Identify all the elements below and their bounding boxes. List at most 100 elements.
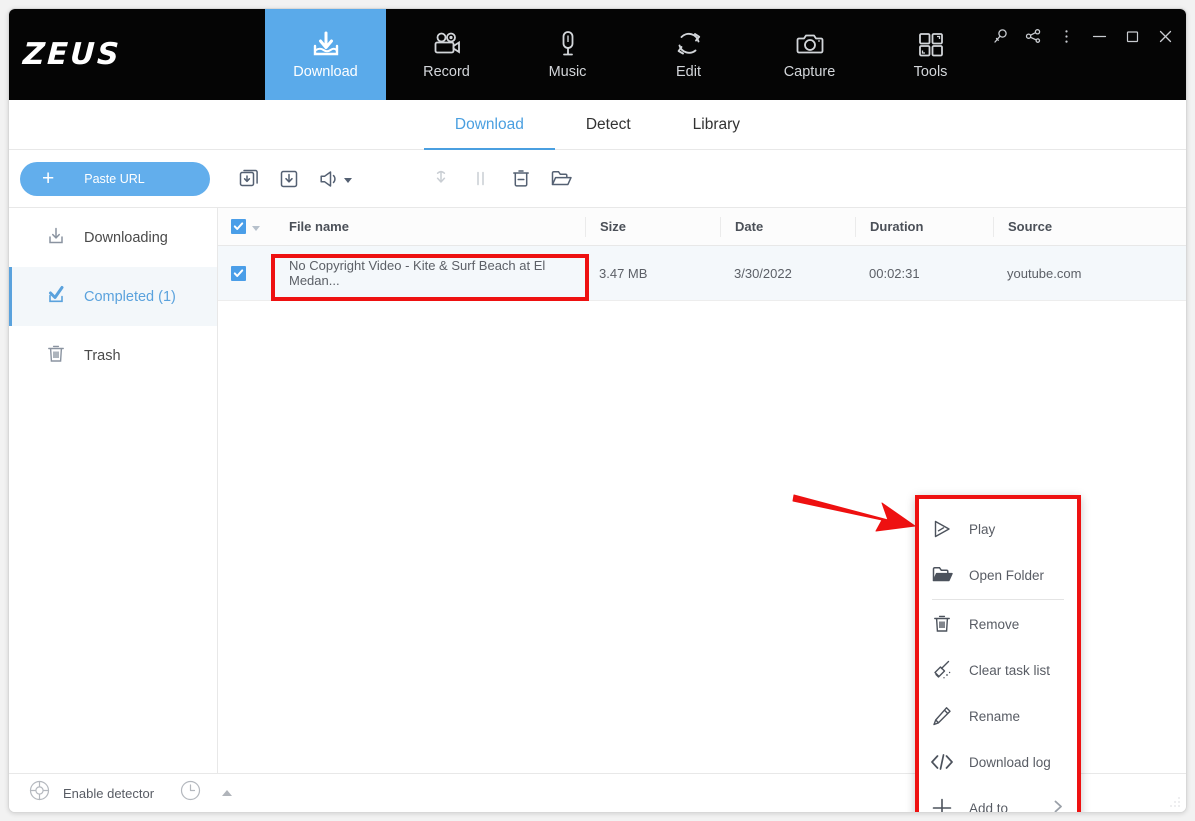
chevron-down-icon[interactable]: [344, 177, 352, 183]
context-menu-item-add-to[interactable]: Add to: [919, 785, 1077, 813]
grid-squares-icon: [913, 29, 949, 59]
context-menu-separator: [932, 599, 1064, 600]
nav-item-tools[interactable]: Tools: [870, 9, 991, 100]
context-menu-label-add-to: Add to: [969, 800, 1009, 813]
download-tray-icon: [308, 29, 344, 59]
sidebar-item-completed[interactable]: Completed (1): [9, 267, 217, 326]
open-folder-icon[interactable]: [550, 168, 573, 190]
video-camera-icon: [429, 29, 465, 59]
more-vertical-icon[interactable]: [1057, 27, 1075, 45]
cell-source: youtube.com: [1007, 265, 1082, 281]
speaker-volume-icon[interactable]: [318, 168, 352, 190]
main-navigation: Download Record Music Edit Capture Tools: [265, 9, 991, 100]
tab-library[interactable]: Library: [662, 100, 771, 150]
row-select-cell: [218, 265, 275, 281]
folder-icon: [929, 564, 955, 586]
annotation-arrow: [792, 489, 917, 542]
download-icon[interactable]: [278, 168, 300, 190]
microphone-icon: [550, 29, 586, 59]
trash-icon: [45, 343, 67, 369]
cell-duration: 00:02:31: [869, 265, 920, 281]
code-brackets-icon: [929, 751, 955, 773]
context-menu-label-remove: Remove: [969, 616, 1020, 632]
enable-detector-label[interactable]: Enable detector: [63, 786, 154, 801]
table-row[interactable]: No Copyright Video - Kite & Surf Beach a…: [218, 246, 1186, 301]
tab-detect[interactable]: Detect: [555, 100, 662, 150]
nav-item-download[interactable]: Download: [265, 9, 386, 100]
plus-icon: [929, 796, 955, 812]
context-menu-items: Play Open Folder Remove Clear task list …: [919, 499, 1077, 813]
table-header: File name Size Date Duration Source: [218, 208, 1186, 246]
cell-date: 3/30/2022: [734, 265, 792, 281]
screen: ZEUS Download Record Music Edit Capture …: [0, 0, 1195, 821]
context-menu-label-rename: Rename: [969, 708, 1021, 724]
clock-icon[interactable]: [180, 780, 201, 806]
minimize-icon[interactable]: [1090, 27, 1108, 45]
context-menu-label-open-folder: Open Folder: [969, 567, 1045, 583]
nav-item-record[interactable]: Record: [386, 9, 507, 100]
paste-url-button[interactable]: + Paste URL: [20, 161, 210, 196]
tab-download[interactable]: Download: [423, 100, 555, 150]
toolbar-icon-group: [238, 168, 573, 190]
pencil-icon: [929, 705, 955, 727]
start-download-icon: [430, 168, 452, 190]
chevron-up-icon[interactable]: [222, 790, 233, 796]
cell-size: 3.47 MB: [599, 265, 648, 281]
nav-label-tools: Tools: [913, 64, 948, 80]
nav-label-capture: Capture: [783, 64, 836, 80]
cell-file-name: No Copyright Video - Kite & Surf Beach a…: [289, 258, 546, 288]
context-menu-item-open-folder[interactable]: Open Folder: [919, 552, 1077, 598]
header-file-name[interactable]: File name: [275, 217, 585, 237]
brand-name: ZEUS: [22, 37, 123, 72]
header-size[interactable]: Size: [585, 216, 720, 237]
action-toolbar: + Paste URL: [9, 150, 1186, 208]
completed-check-icon: [45, 284, 67, 310]
search-icon[interactable]: [991, 27, 1009, 45]
chevron-right-icon: [1052, 800, 1064, 812]
close-icon[interactable]: [1156, 27, 1174, 45]
sidebar-label-downloading: Downloading: [84, 229, 168, 246]
row-checkbox[interactable]: [231, 265, 246, 281]
broom-icon: [929, 659, 955, 681]
context-menu-item-remove[interactable]: Remove: [919, 601, 1077, 647]
trash-icon: [929, 613, 955, 635]
context-menu-label-play: Play: [969, 521, 996, 537]
section-tabs: Download Detect Library: [9, 100, 1186, 150]
select-all-dropdown-icon[interactable]: [252, 225, 260, 231]
resize-grip[interactable]: [1168, 795, 1181, 808]
download-list-panel: File name Size Date Duration Source No C…: [218, 208, 1186, 812]
play-icon: [929, 518, 955, 540]
context-menu-item-rename[interactable]: Rename: [919, 693, 1077, 739]
sidebar-label-trash: Trash: [84, 347, 121, 364]
main-body: Downloading Completed (1) Trash File nam…: [9, 208, 1186, 812]
context-menu-item-clear-task-list[interactable]: Clear task list: [919, 647, 1077, 693]
select-all-checkbox[interactable]: [231, 219, 246, 234]
nav-label-edit: Edit: [676, 64, 701, 80]
nav-item-capture[interactable]: Capture: [749, 9, 870, 100]
paste-url-label: Paste URL: [84, 171, 145, 186]
context-menu-item-play[interactable]: Play: [919, 506, 1077, 552]
pause-icon: [470, 168, 492, 190]
batch-download-icon[interactable]: [238, 168, 260, 190]
context-menu-label-download-log: Download log: [969, 754, 1051, 770]
title-bar: ZEUS Download Record Music Edit Capture …: [9, 9, 1186, 100]
zeus-application-window: ZEUS Download Record Music Edit Capture …: [8, 8, 1187, 813]
detector-target-icon[interactable]: [29, 780, 50, 806]
plus-icon: +: [42, 167, 55, 190]
maximize-icon[interactable]: [1123, 27, 1141, 45]
camera-icon: [792, 29, 828, 59]
share-icon[interactable]: [1024, 27, 1042, 45]
sidebar-item-trash[interactable]: Trash: [9, 326, 217, 385]
header-source[interactable]: Source: [993, 216, 1173, 237]
context-menu-label-clear-task-list: Clear task list: [969, 662, 1051, 678]
refresh-cycle-icon: [671, 29, 707, 59]
header-duration[interactable]: Duration: [855, 216, 993, 237]
context-menu-item-download-log[interactable]: Download log: [919, 739, 1077, 785]
header-select-all-cell: [218, 219, 275, 234]
header-date[interactable]: Date: [720, 216, 855, 237]
nav-item-music[interactable]: Music: [507, 9, 628, 100]
delete-icon[interactable]: [510, 168, 532, 190]
sidebar-item-downloading[interactable]: Downloading: [9, 208, 217, 267]
nav-item-edit[interactable]: Edit: [628, 9, 749, 100]
context-menu: Play Open Folder Remove Clear task list …: [915, 495, 1081, 813]
